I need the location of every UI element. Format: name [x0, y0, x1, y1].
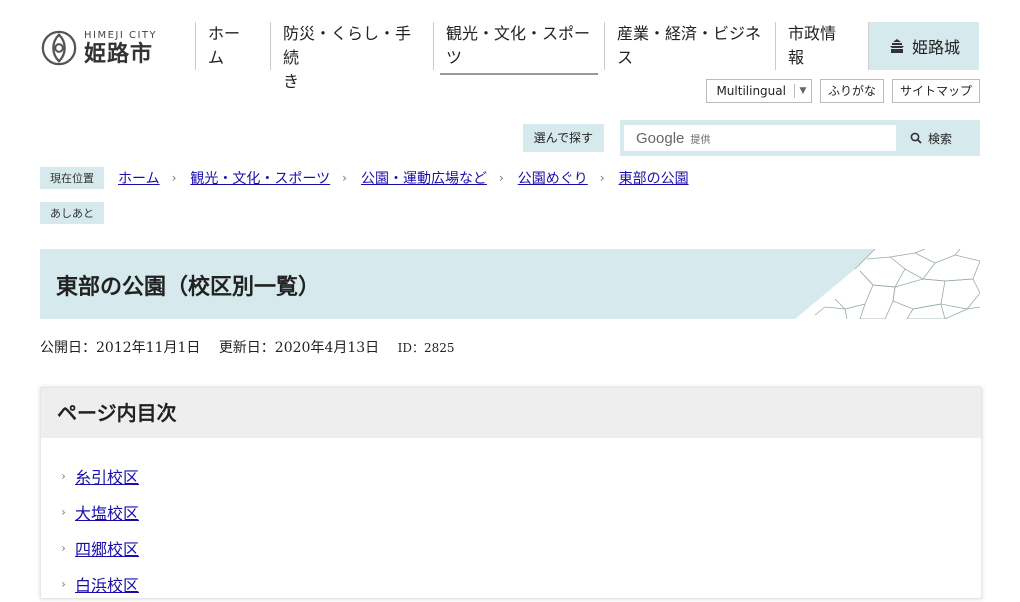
chevron-right-icon: ›	[599, 171, 605, 185]
nav-industry-label-2: ス	[617, 48, 634, 67]
page-id: ID：2825	[397, 341, 455, 355]
chevron-right-icon: ›	[61, 577, 66, 591]
toc-item: › 四郷校区	[61, 530, 981, 566]
nav-home-label-2: ム	[208, 48, 225, 67]
toc-link-shirahama[interactable]: 白浜校区	[75, 572, 139, 596]
google-brand: Google	[636, 129, 685, 147]
castle-icon	[889, 39, 904, 53]
toc-item: › 白浜校区	[61, 566, 981, 602]
current-location-badge: 現在位置	[40, 167, 104, 189]
breadcrumb-home[interactable]: ホーム	[118, 168, 160, 188]
nav-city-government[interactable]: 市政情 報	[775, 22, 868, 70]
chevron-right-icon: ›	[61, 541, 66, 555]
chevron-down-icon: ▼	[793, 84, 811, 98]
breadcrumb-eastern-parks[interactable]: 東部の公園	[619, 168, 689, 188]
multilingual-select[interactable]: Multilingual ▼	[706, 79, 812, 103]
updated-date: 更新日：2020年4月13日	[218, 340, 380, 356]
chevron-right-icon: ›	[342, 171, 347, 185]
nav-disaster-label-1: 防災・くらし・手続	[283, 24, 412, 67]
logo-english: HIMEJI CITY	[84, 29, 158, 41]
choose-search-button[interactable]: 選んで探す	[522, 124, 604, 152]
search-area: 選んで探す Google 提供 検索	[522, 120, 980, 156]
search-box: Google 提供 検索	[620, 120, 980, 156]
search-input[interactable]: Google 提供	[624, 125, 896, 151]
toc-link-oshio[interactable]: 大塩校区	[75, 500, 139, 524]
city-logo[interactable]: HIMEJI CITY 姫路市	[40, 26, 170, 70]
utility-links: Multilingual ▼ ふりがな サイトマップ	[706, 79, 980, 103]
chevron-right-icon: ›	[171, 171, 177, 185]
nav-industry-label-1: 産業・経済・ビジネ	[617, 24, 762, 43]
sitemap-button[interactable]: サイトマップ	[891, 79, 980, 103]
nav-disaster-living[interactable]: 防災・くらし・手続 き	[270, 22, 433, 91]
nav-tourism-culture[interactable]: 観光・文化・スポー ツ	[433, 22, 604, 75]
page-title-bar: 東部の公園（校区別一覧）	[40, 249, 980, 319]
page-dates: 公開日：2012年11月1日 更新日：2020年4月13日 ID：2825	[40, 337, 469, 357]
nav-home-label-1: ホー	[208, 24, 241, 43]
toc-list: › 糸引校区 › 大塩校区 › 四郷校区 › 白浜校区	[41, 438, 981, 602]
toc-heading: ページ内目次	[41, 388, 981, 438]
nav-government-label-1: 市政情	[788, 24, 837, 43]
nav-tourism-label-2: ツ	[446, 48, 463, 67]
stone-wall-decoration	[795, 249, 980, 319]
toc-link-itohiki[interactable]: 糸引校区	[75, 464, 139, 488]
chevron-right-icon: ›	[61, 469, 66, 483]
search-button[interactable]: 検索	[910, 130, 952, 147]
search-button-label: 検索	[928, 131, 953, 146]
global-nav: ホー ム 防災・くらし・手続 き 観光・文化・スポー ツ 産業・経済・ビジネ ス…	[195, 22, 979, 91]
nav-himeji-castle[interactable]: 姫路城	[868, 22, 979, 70]
breadcrumb-parks-grounds[interactable]: 公園・運動広場など	[361, 168, 487, 188]
published-date: 公開日：2012年11月1日	[40, 340, 201, 356]
breadcrumb-park-tour[interactable]: 公園めぐり	[518, 168, 588, 188]
chevron-right-icon: ›	[61, 505, 66, 519]
page-toc: ページ内目次 › 糸引校区 › 大塩校区 › 四郷校区 › 白浜校区	[40, 387, 982, 599]
toc-link-shigo[interactable]: 四郷校区	[75, 536, 139, 560]
page-title: 東部の公園（校区別一覧）	[56, 274, 321, 300]
city-emblem-icon	[41, 30, 77, 66]
nav-tourism-label-1: 観光・文化・スポー	[446, 24, 591, 43]
nav-industry-business[interactable]: 産業・経済・ビジネ ス	[604, 22, 775, 70]
castle-label: 姫路城	[911, 38, 960, 57]
logo-japanese: 姫路市	[84, 41, 154, 67]
chevron-right-icon: ›	[498, 171, 504, 185]
furigana-button[interactable]: ふりがな	[819, 79, 884, 103]
google-provided: 提供	[690, 134, 711, 146]
toc-item: › 大塩校区	[61, 494, 981, 530]
nav-government-label-2: 報	[788, 48, 805, 67]
toc-item: › 糸引校区	[61, 458, 981, 494]
nav-disaster-label-2: き	[283, 72, 300, 91]
footprints-badge: あしあと	[40, 202, 104, 224]
search-icon	[910, 132, 922, 144]
multilingual-label: Multilingual	[716, 84, 786, 98]
nav-home[interactable]: ホー ム	[195, 22, 270, 70]
breadcrumb-tourism[interactable]: 観光・文化・スポーツ	[190, 168, 330, 188]
breadcrumb: 現在位置 ホーム › 観光・文化・スポーツ › 公園・運動広場など › 公園めぐ…	[40, 167, 689, 189]
